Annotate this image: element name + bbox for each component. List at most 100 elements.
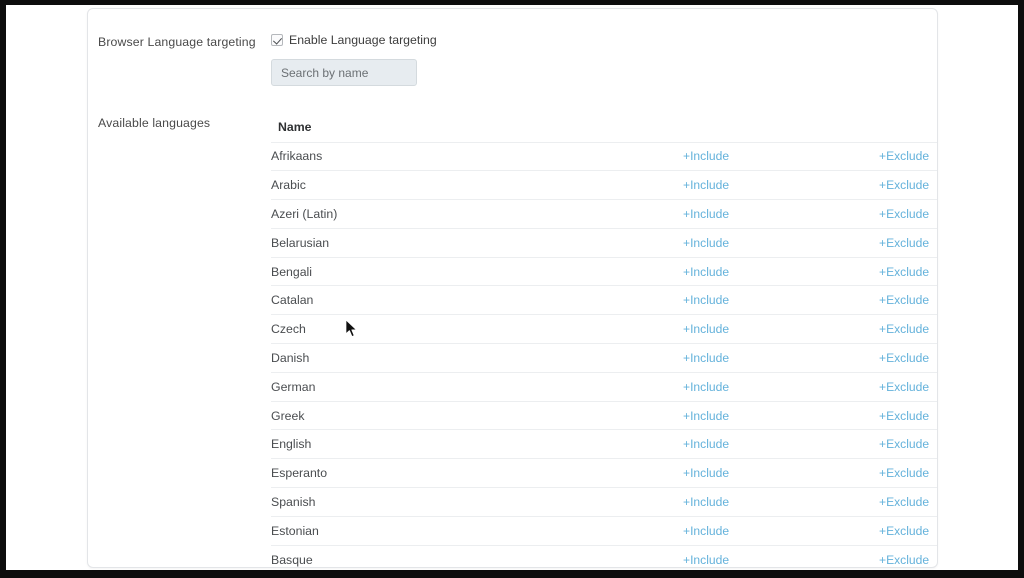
include-cell: +Include (683, 545, 879, 567)
browser-viewport-frame: Browser Language targeting Available lan… (0, 0, 1024, 578)
include-link[interactable]: +Include (683, 293, 729, 307)
exclude-cell: +Exclude (879, 142, 937, 171)
exclude-link[interactable]: +Exclude (879, 351, 929, 365)
table-row: Azeri (Latin) +Include +Exclude (271, 199, 937, 229)
table-row: Estonian +Include +Exclude (271, 516, 937, 545)
include-link[interactable]: +Include (683, 524, 729, 538)
controls-column: Enable Language targeting Name (268, 9, 937, 567)
table-row: Belarusian +Include +Exclude (271, 228, 937, 257)
include-link[interactable]: +Include (683, 149, 729, 163)
table-row: Arabic +Include +Exclude (271, 170, 937, 200)
exclude-link[interactable]: +Exclude (879, 495, 929, 509)
exclude-link[interactable]: +Exclude (879, 553, 929, 567)
checkbox-checked-icon[interactable] (271, 34, 283, 46)
exclude-link[interactable]: +Exclude (879, 409, 929, 423)
include-link[interactable]: +Include (683, 553, 729, 567)
table-row: Bengali +Include +Exclude (271, 257, 937, 286)
exclude-link[interactable]: +Exclude (879, 207, 929, 221)
enable-language-targeting-label[interactable]: Enable Language targeting (289, 33, 437, 47)
include-link[interactable]: +Include (683, 495, 729, 509)
include-link[interactable]: +Include (683, 265, 729, 279)
table-row: Esperanto +Include +Exclude (271, 458, 937, 488)
exclude-cell: +Exclude (879, 286, 937, 315)
language-name-cell: Azeri (Latin) (271, 206, 338, 221)
include-link[interactable]: +Include (683, 466, 729, 480)
include-cell: +Include (683, 430, 879, 459)
exclude-link[interactable]: +Exclude (879, 524, 929, 538)
language-name-cell: Arabic (271, 178, 306, 193)
include-cell: +Include (683, 516, 879, 545)
browser-language-targeting-label: Browser Language targeting (98, 35, 256, 49)
language-name-cell: Danish (271, 350, 310, 365)
include-link[interactable]: +Include (683, 322, 729, 336)
include-cell: +Include (683, 142, 879, 171)
table-row: Greek +Include +Exclude (271, 401, 937, 430)
exclude-link[interactable]: +Exclude (879, 178, 929, 192)
table-row: Afrikaans +Include +Exclude (271, 142, 937, 171)
language-targeting-card: Browser Language targeting Available lan… (87, 8, 938, 568)
table-row: English +Include +Exclude (271, 429, 937, 459)
include-cell: +Include (683, 459, 879, 488)
exclude-link[interactable]: +Exclude (879, 380, 929, 394)
exclude-link[interactable]: +Exclude (879, 437, 929, 451)
language-name-cell: Afrikaans (271, 149, 323, 164)
column-header-include (683, 112, 879, 142)
language-name-cell: Bengali (271, 264, 313, 279)
page-surface: Browser Language targeting Available lan… (6, 5, 1018, 570)
language-name-cell: German (271, 379, 316, 394)
exclude-cell: +Exclude (879, 488, 937, 517)
include-cell: +Include (683, 257, 879, 286)
exclude-cell: +Exclude (879, 257, 937, 286)
language-name-cell: Estonian (271, 523, 319, 538)
exclude-link[interactable]: +Exclude (879, 149, 929, 163)
include-link[interactable]: +Include (683, 236, 729, 250)
language-name-cell: Belarusian (271, 235, 330, 250)
exclude-cell: +Exclude (879, 344, 937, 373)
exclude-cell: +Exclude (879, 516, 937, 545)
language-name-cell: Basque (271, 552, 313, 567)
language-name-cell: Greek (271, 408, 305, 423)
exclude-link[interactable]: +Exclude (879, 466, 929, 480)
exclude-link[interactable]: +Exclude (879, 322, 929, 336)
column-header-exclude (879, 112, 937, 142)
enable-language-targeting-row[interactable]: Enable Language targeting (271, 32, 437, 48)
include-link[interactable]: +Include (683, 409, 729, 423)
include-cell: +Include (683, 286, 879, 315)
exclude-cell: +Exclude (879, 459, 937, 488)
include-cell: +Include (683, 315, 879, 344)
include-cell: +Include (683, 200, 879, 229)
language-name-cell: English (271, 437, 312, 452)
table-row: Czech +Include +Exclude (271, 314, 937, 344)
languages-table-header-row: Name (271, 112, 937, 142)
include-cell: +Include (683, 372, 879, 401)
column-header-name: Name (278, 119, 312, 134)
include-link[interactable]: +Include (683, 351, 729, 365)
available-languages-table: Name Afrikaans +Include +Exclude Arabic +Inc… (271, 112, 937, 567)
include-link[interactable]: +Include (683, 437, 729, 451)
exclude-link[interactable]: +Exclude (879, 265, 929, 279)
include-link[interactable]: +Include (683, 207, 729, 221)
language-name-cell: Catalan (271, 293, 314, 308)
include-link[interactable]: +Include (683, 178, 729, 192)
include-cell: +Include (683, 344, 879, 373)
exclude-cell: +Exclude (879, 430, 937, 459)
exclude-cell: +Exclude (879, 545, 937, 567)
language-name-cell: Esperanto (271, 466, 328, 481)
exclude-link[interactable]: +Exclude (879, 293, 929, 307)
table-row: Basque +Include +Exclude (271, 545, 937, 567)
search-input[interactable] (271, 59, 417, 86)
table-row: German +Include +Exclude (271, 372, 937, 401)
include-link[interactable]: +Include (683, 380, 729, 394)
include-cell: +Include (683, 171, 879, 200)
available-languages-label: Available languages (98, 116, 211, 130)
exclude-cell: +Exclude (879, 401, 937, 430)
exclude-link[interactable]: +Exclude (879, 236, 929, 250)
exclude-cell: +Exclude (879, 372, 937, 401)
languages-table-body: Afrikaans +Include +Exclude Arabic +Include +… (271, 142, 937, 567)
include-cell: +Include (683, 401, 879, 430)
language-name-cell: Czech (271, 322, 306, 337)
exclude-cell: +Exclude (879, 171, 937, 200)
exclude-cell: +Exclude (879, 200, 937, 229)
languages-table-head: Name (271, 112, 937, 142)
include-cell: +Include (683, 228, 879, 257)
